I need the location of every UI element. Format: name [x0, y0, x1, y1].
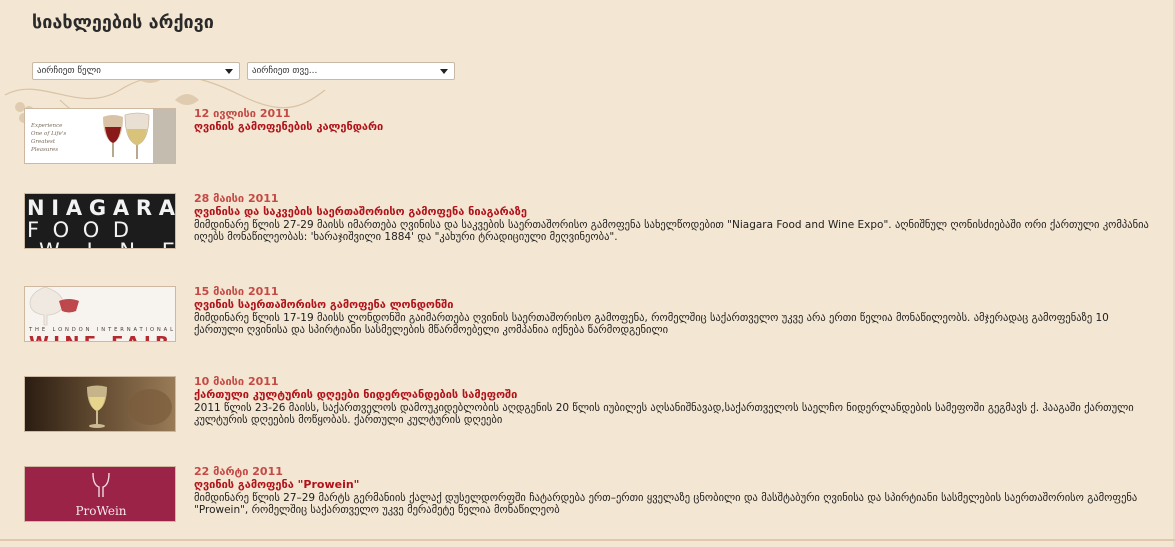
- prowein-logo: ProWein: [25, 467, 175, 521]
- news-description: მიმდინარე წლის 27-29 მაისს იმართება ღვინ…: [194, 219, 1149, 243]
- svg-text:One of Life's: One of Life's: [31, 131, 66, 137]
- news-date: 12 ივლისი 2011: [194, 107, 291, 120]
- bottom-border: [0, 539, 1175, 541]
- news-title[interactable]: ქართული კულტურის დღეები ნიდერლანდების სა…: [194, 388, 1154, 401]
- svg-text:Greatest: Greatest: [31, 139, 56, 145]
- archive-page: სიახლეების არქივი აირჩიეთ წელი აირჩიეთ თ…: [0, 0, 1175, 547]
- year-select-value: აირჩიეთ წელი: [37, 66, 101, 76]
- niagara-food-wine-logo: NIAGARA FOOD WINE: [25, 194, 175, 248]
- news-description: 2011 წლის 23-26 მაისს, საქართველოს დამოუ…: [194, 402, 1134, 426]
- news-date: 10 მაისი 2011: [194, 375, 279, 388]
- svg-text:ProWein: ProWein: [75, 504, 126, 518]
- wine-glasses-image: Experience One of Life's Greatest Pleasu…: [25, 109, 175, 163]
- svg-text:Experience: Experience: [30, 123, 63, 129]
- month-select-value: აირჩიეთ თვე...: [252, 66, 318, 76]
- white-wine-glass-image: [25, 377, 175, 431]
- news-title[interactable]: ღვინის გამოფენების კალენდარი: [194, 120, 1154, 133]
- news-title[interactable]: ღვინისა და საკვების საერთაშორისო გამოფენ…: [194, 205, 1154, 218]
- news-thumbnail[interactable]: [24, 376, 176, 432]
- news-thumbnail[interactable]: THE LONDON INTERNATIONAL WINE FAIR: [24, 286, 176, 342]
- chevron-down-icon: [225, 69, 233, 74]
- news-title[interactable]: ღვინის გამოფენა "Prowein": [194, 478, 1154, 491]
- svg-text:Pleasures: Pleasures: [30, 147, 58, 153]
- month-select[interactable]: აირჩიეთ თვე...: [247, 62, 455, 80]
- page-title: სიახლეების არქივი: [32, 12, 214, 33]
- news-description: მიმდინარე წლის 27–29 მარტს გერმანიის ქალ…: [194, 492, 1138, 516]
- year-select[interactable]: აირჩიეთ წელი: [32, 62, 240, 80]
- news-thumbnail[interactable]: Experience One of Life's Greatest Pleasu…: [24, 108, 176, 164]
- chevron-down-icon: [440, 69, 448, 74]
- news-description: მიმდინარე წლის 17-19 მაისს ლონდონში გაიმ…: [194, 312, 1109, 336]
- news-title[interactable]: ღვინის საერთაშორისო გამოფენა ლონდონში: [194, 298, 1154, 311]
- news-thumbnail[interactable]: ProWein: [24, 466, 176, 522]
- news-date: 22 მარტი 2011: [194, 465, 283, 478]
- news-date: 28 მაისი 2011: [194, 192, 279, 205]
- news-thumbnail[interactable]: NIAGARA FOOD WINE: [24, 193, 176, 249]
- news-date: 15 მაისი 2011: [194, 285, 279, 298]
- london-wine-fair-logo: THE LONDON INTERNATIONAL WINE FAIR: [25, 287, 175, 341]
